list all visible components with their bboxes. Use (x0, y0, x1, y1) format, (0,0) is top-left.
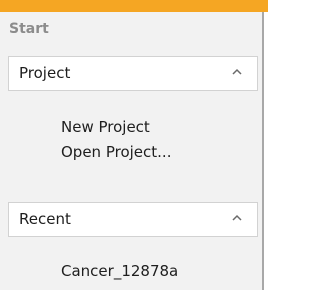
recent-section-label: Recent (19, 210, 71, 228)
panel-title: Start (9, 21, 49, 37)
chevron-up-icon[interactable] (231, 67, 243, 77)
project-section-label: Project (19, 64, 71, 82)
recent-section-header[interactable]: Recent (8, 202, 258, 237)
project-section-header[interactable]: Project (8, 56, 258, 91)
recent-item-cancer-12878a[interactable]: Cancer_12878a (61, 262, 178, 280)
top-accent-bar (0, 0, 268, 12)
start-panel: Start Project New Project Open Project..… (0, 12, 264, 290)
new-project-link[interactable]: New Project (61, 118, 150, 136)
open-project-link[interactable]: Open Project... (61, 143, 171, 161)
chevron-up-icon[interactable] (231, 213, 243, 223)
